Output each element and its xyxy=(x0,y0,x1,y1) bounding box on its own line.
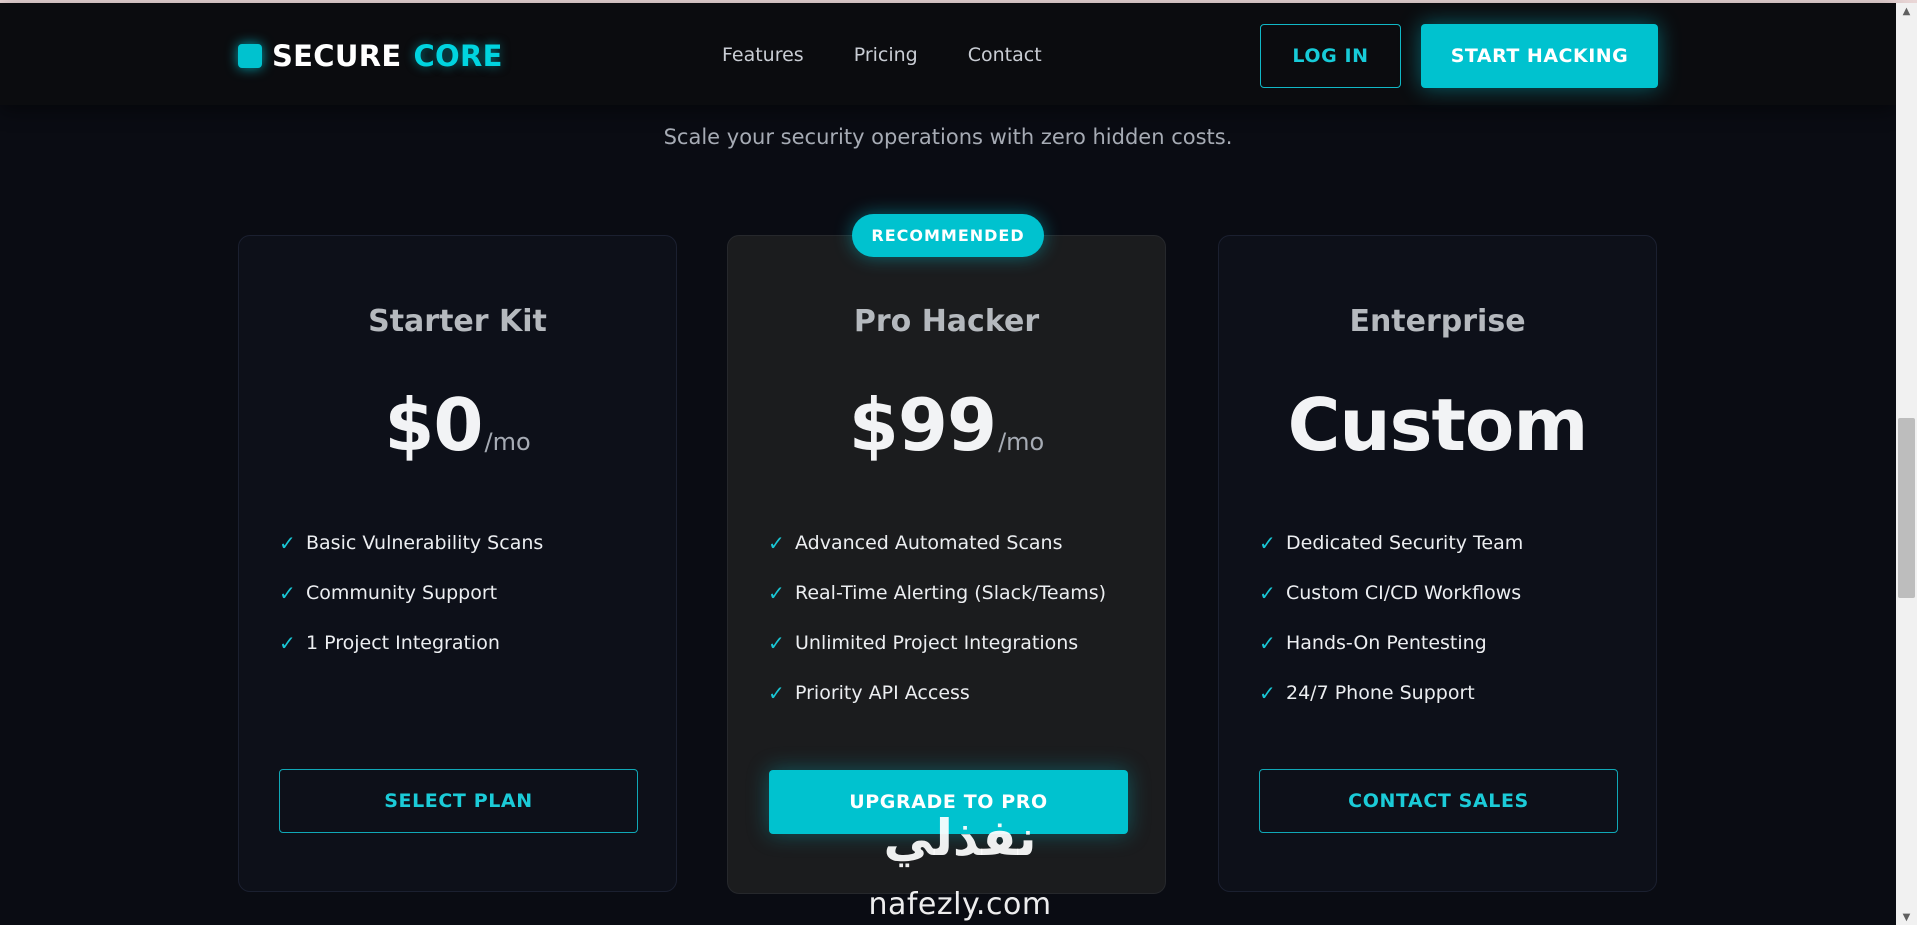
feature-label: Community Support xyxy=(306,582,498,604)
plan-card-starter: Starter Kit $0 /mo ✓ Basic Vulnerability … xyxy=(238,235,677,892)
plan-feature-list: ✓ Advanced Automated Scans ✓ Real-Time Ale… xyxy=(768,518,1106,718)
recommended-badge: RECOMMENDED xyxy=(852,214,1044,257)
feature-label: Dedicated Security Team xyxy=(1286,532,1524,554)
plan-feature-item: ✓ 24/7 Phone Support xyxy=(1259,668,1523,718)
plan-feature-item: ✓ 1 Project Integration xyxy=(279,618,543,668)
plan-feature-item: ✓ Advanced Automated Scans xyxy=(768,518,1106,568)
plan-feature-list: ✓ Basic Vulnerability Scans ✓ Community Su… xyxy=(279,518,543,668)
watermark-arabic: نفذلي xyxy=(883,809,1037,867)
plan-price-row: $0 /mo xyxy=(239,382,676,468)
login-button[interactable]: LOG IN xyxy=(1260,24,1401,88)
plan-feature-item: ✓ Real-Time Alerting (Slack/Teams) xyxy=(768,568,1106,618)
plan-period: /mo xyxy=(484,428,531,456)
check-icon: ✓ xyxy=(768,531,785,555)
watermark-latin: nafezly.com xyxy=(868,887,1052,922)
brand-name-accent: CORE xyxy=(413,39,503,73)
plan-card-pro: Pro Hacker $99 /mo ✓ Advanced Automated S… xyxy=(727,235,1166,894)
feature-label: Advanced Automated Scans xyxy=(795,532,1063,554)
main-nav: Features Pricing Contact xyxy=(722,44,1092,66)
nav-link-contact[interactable]: Contact xyxy=(968,44,1042,66)
check-icon: ✓ xyxy=(279,631,296,655)
plan-card-enterprise: Enterprise Custom ✓ Dedicated Security Te… xyxy=(1218,235,1657,892)
scroll-down-arrow-icon[interactable]: ▼ xyxy=(1896,909,1917,925)
plan-price-row: $99 /mo xyxy=(728,382,1165,468)
plan-price: Custom xyxy=(1287,383,1589,467)
plan-price: $0 xyxy=(384,383,483,467)
feature-label: 1 Project Integration xyxy=(306,632,500,654)
site-header: SECURE CORE Features Pricing Contact LOG… xyxy=(0,3,1896,105)
plan-feature-item: ✓ Community Support xyxy=(279,568,543,618)
feature-label: Hands-On Pentesting xyxy=(1286,632,1487,654)
check-icon: ✓ xyxy=(768,631,785,655)
plan-feature-list: ✓ Dedicated Security Team ✓ Custom CI/CD W… xyxy=(1259,518,1523,718)
check-icon: ✓ xyxy=(768,581,785,605)
feature-label: Unlimited Project Integrations xyxy=(795,632,1079,654)
plan-price: $99 xyxy=(848,383,997,467)
plan-feature-item: ✓ Basic Vulnerability Scans xyxy=(279,518,543,568)
feature-label: Basic Vulnerability Scans xyxy=(306,532,544,554)
start-hacking-button[interactable]: START HACKING xyxy=(1421,24,1658,88)
check-icon: ✓ xyxy=(279,581,296,605)
scrollbar-thumb[interactable] xyxy=(1898,418,1915,598)
check-icon: ✓ xyxy=(1259,681,1276,705)
plan-price-row: Custom xyxy=(1219,382,1656,468)
brand-logo[interactable]: SECURE CORE xyxy=(238,41,503,71)
plan-title: Pro Hacker xyxy=(853,304,1040,339)
feature-label: Custom CI/CD Workflows xyxy=(1286,582,1522,604)
plan-title: Enterprise xyxy=(1349,304,1526,339)
check-icon: ✓ xyxy=(279,531,296,555)
plan-feature-item: ✓ Priority API Access xyxy=(768,668,1106,718)
feature-label: Priority API Access xyxy=(795,682,970,704)
nav-link-features[interactable]: Features xyxy=(722,44,804,66)
feature-label: 24/7 Phone Support xyxy=(1286,682,1475,704)
plan-period: /mo xyxy=(998,428,1045,456)
contact-sales-button[interactable]: CONTACT SALES xyxy=(1259,769,1618,833)
logo-square-icon xyxy=(238,44,262,68)
check-icon: ✓ xyxy=(768,681,785,705)
brand-name-primary: SECURE xyxy=(272,39,402,73)
page-scrollbar[interactable]: ▲ ▼ xyxy=(1896,3,1917,925)
plan-feature-item: ✓ Unlimited Project Integrations xyxy=(768,618,1106,668)
plan-title: Starter Kit xyxy=(368,304,547,339)
check-icon: ✓ xyxy=(1259,581,1276,605)
plan-feature-item: ✓ Dedicated Security Team xyxy=(1259,518,1523,568)
plan-feature-item: ✓ Custom CI/CD Workflows xyxy=(1259,568,1523,618)
plan-feature-item: ✓ Hands-On Pentesting xyxy=(1259,618,1523,668)
check-icon: ✓ xyxy=(1259,531,1276,555)
nav-link-pricing[interactable]: Pricing xyxy=(854,44,918,66)
scroll-up-arrow-icon[interactable]: ▲ xyxy=(1896,3,1917,19)
feature-label: Real-Time Alerting (Slack/Teams) xyxy=(795,582,1107,604)
pricing-subtitle: Scale your security operations with zero… xyxy=(663,125,1233,149)
check-icon: ✓ xyxy=(1259,631,1276,655)
select-plan-button[interactable]: SELECT PLAN xyxy=(279,769,638,833)
